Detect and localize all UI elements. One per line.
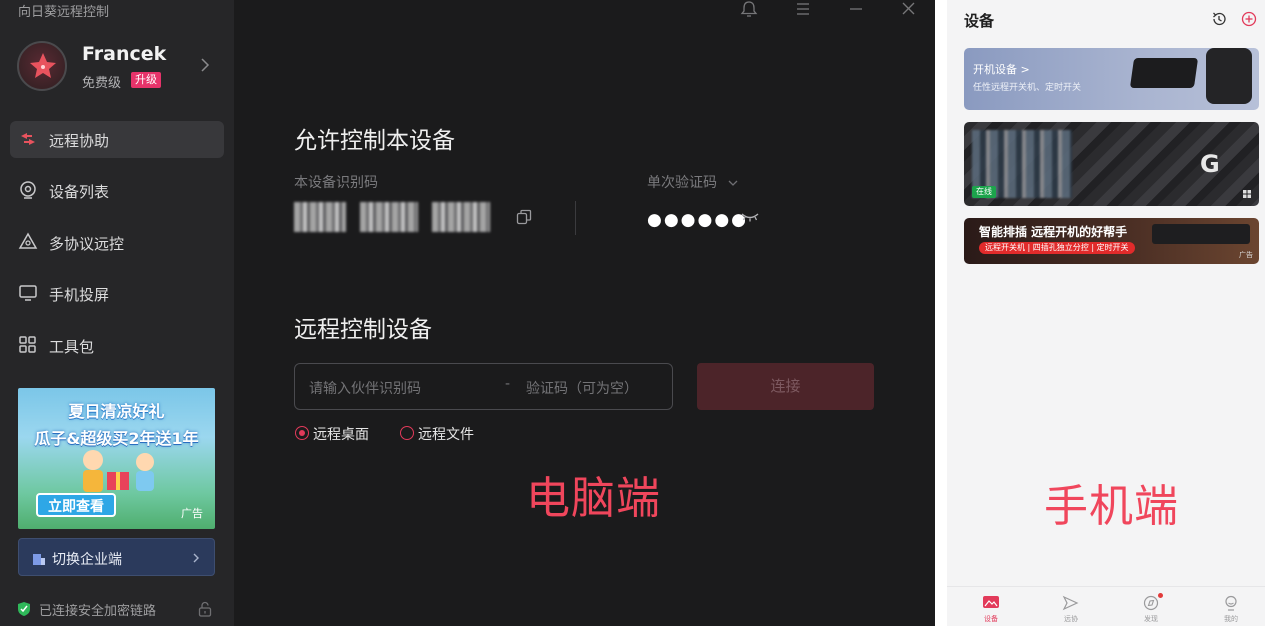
avatar[interactable] <box>17 41 67 91</box>
sidebar: 向日葵远程控制 Francek 免费级 升级 远程协助 设备列表 多协议远控 手… <box>0 0 234 626</box>
tab-profile[interactable]: 我的 <box>1201 593 1261 626</box>
boot-stick-image <box>1129 58 1199 88</box>
nav-label: 多协议远控 <box>49 235 125 253</box>
power-device-subtitle: 任性远程开关机、定时开关 <box>973 83 1082 93</box>
radio-label: 远程桌面 <box>313 427 369 443</box>
tab-label: 远协 <box>1064 615 1078 623</box>
partner-id-input-group[interactable]: 请输入伙伴识别码 - 验证码（可为空） <box>294 363 673 410</box>
profile-tab-icon <box>1225 595 1237 611</box>
device-id-label: 本设备识别码 <box>294 175 378 191</box>
app-title: 向日葵远程控制 <box>18 5 110 20</box>
radio-label: 远程文件 <box>418 427 474 443</box>
device-id-value: 271 232 172 <box>294 202 490 236</box>
nav-label: 工具包 <box>49 338 95 356</box>
connect-button[interactable]: 连接 <box>697 363 874 410</box>
page-title: 设备 <box>964 12 995 30</box>
partner-id-input[interactable]: 请输入伙伴识别码 <box>309 378 421 398</box>
ad-title: 智能排插 远程开机的好帮手 <box>979 225 1128 239</box>
windows-icon <box>1243 190 1251 198</box>
desktop-window: 向日葵远程控制 Francek 免费级 升级 远程协助 设备列表 多协议远控 手… <box>0 0 935 626</box>
radio-unselected-icon <box>400 426 414 440</box>
phone-overlay-label: 手机端 <box>1044 481 1179 532</box>
device-logo: G <box>1200 150 1220 178</box>
device-list-icon <box>20 181 36 199</box>
phone-inner: 设备 开机设备 > 任性远程开关机、定时开关 在线 G 智能排插 远程开机的好帮… <box>947 0 1265 626</box>
sidebar-item-device-list[interactable]: 设备列表 <box>10 172 224 209</box>
lock-icon[interactable] <box>198 601 212 617</box>
allow-control-title: 允许控制本设备 <box>294 128 455 154</box>
smart-strip-ad-card[interactable]: 智能排插 远程开机的好帮手 远程开关机 | 四插孔独立分控 | 定时开关 广告 <box>964 218 1259 264</box>
verify-code-value: ●●●●●● <box>647 210 749 230</box>
phone-screen: 设备 开机设备 > 任性远程开关机、定时开关 在线 G 智能排插 远程开机的好帮… <box>941 0 1265 626</box>
menu-icon[interactable] <box>792 0 814 18</box>
multi-protocol-icon <box>18 232 38 249</box>
chevron-down-icon <box>728 180 738 186</box>
tab-discover[interactable]: 发现 <box>1121 593 1181 626</box>
enterprise-label: 切换企业端 <box>52 552 122 568</box>
device-id-part: 172 <box>432 202 490 232</box>
history-icon[interactable] <box>1211 11 1227 27</box>
tab-devices[interactable]: 设备 <box>961 593 1021 626</box>
minimize-icon[interactable] <box>845 0 867 18</box>
eye-closed-icon[interactable] <box>740 211 760 223</box>
verify-code-label[interactable]: 单次验证码 <box>647 172 739 192</box>
sidebar-item-toolkit[interactable]: 工具包 <box>10 327 224 364</box>
ad-label: 广告 <box>181 507 203 520</box>
desktop-overlay-label: 电脑端 <box>526 473 661 524</box>
device-tab-icon <box>983 596 999 608</box>
power-device-title: 开机设备 > <box>973 63 1030 76</box>
notification-dot <box>1158 593 1163 598</box>
promo-cta-button[interactable]: 立即查看 <box>36 493 116 517</box>
screen-cast-icon <box>19 285 37 301</box>
tab-label: 我的 <box>1224 615 1238 623</box>
power-strip-image <box>1152 224 1250 244</box>
device-id-part: 271 <box>294 202 346 232</box>
device-card[interactable]: 在线 G <box>964 122 1259 206</box>
remote-tab-icon <box>1062 595 1079 611</box>
discover-tab-icon <box>1143 595 1159 611</box>
tab-remote[interactable]: 远协 <box>1041 593 1101 626</box>
ad-label: 广告 <box>1239 251 1253 259</box>
promo-illustration-icon <box>83 450 154 492</box>
toolkit-icon <box>19 336 36 353</box>
add-circle-icon[interactable] <box>1241 11 1257 27</box>
switch-enterprise-button[interactable]: 切换企业端 <box>18 538 215 576</box>
online-badge: 在线 <box>972 186 996 198</box>
remote-assist-icon <box>21 133 35 145</box>
smart-plug-image <box>1206 48 1252 104</box>
divider <box>575 201 576 235</box>
sidebar-item-screen-cast[interactable]: 手机投屏 <box>10 275 224 312</box>
nav-label: 设备列表 <box>49 183 110 201</box>
copy-icon[interactable] <box>516 209 532 225</box>
building-icon <box>33 554 45 565</box>
bell-icon[interactable] <box>738 0 760 18</box>
sidebar-item-remote-assist[interactable]: 远程协助 <box>10 121 224 158</box>
nav-label: 远程协助 <box>49 132 110 150</box>
username[interactable]: Francek <box>82 43 166 65</box>
upgrade-badge[interactable]: 升级 <box>131 72 161 88</box>
verify-code-input[interactable]: 验证码（可为空） <box>526 378 638 398</box>
secure-status-text: 已连接安全加密链路 <box>39 604 157 619</box>
star-avatar-icon <box>30 53 56 78</box>
sidebar-item-multi-protocol[interactable]: 多协议远控 <box>10 224 224 261</box>
chevron-right-icon[interactable] <box>200 57 210 73</box>
input-separator: - <box>505 376 511 392</box>
device-id-part: 232 <box>360 202 418 232</box>
radio-selected-icon <box>295 426 309 440</box>
remote-control-title: 远程控制设备 <box>294 317 432 343</box>
close-icon[interactable] <box>898 0 920 18</box>
nav-label: 手机投屏 <box>49 286 110 304</box>
tab-label: 设备 <box>984 615 998 623</box>
verify-code-label-text: 单次验证码 <box>647 175 717 191</box>
ad-features: 远程开关机 | 四插孔独立分控 | 定时开关 <box>979 242 1135 254</box>
promo-banner[interactable]: 夏日清凉好礼 瓜子&超级买2年送1年 立即查看 广告 <box>18 388 215 529</box>
tab-label: 发现 <box>1144 615 1158 623</box>
shield-check-icon <box>18 602 30 616</box>
bottom-tab-bar: 设备 远协 发现 我的 <box>947 586 1265 626</box>
promo-headline: 夏日清凉好礼 <box>68 402 165 421</box>
chevron-right-icon <box>193 553 199 563</box>
account-tier: 免费级 <box>82 76 122 91</box>
power-device-card[interactable]: 开机设备 > 任性远程开关机、定时开关 <box>964 48 1259 110</box>
